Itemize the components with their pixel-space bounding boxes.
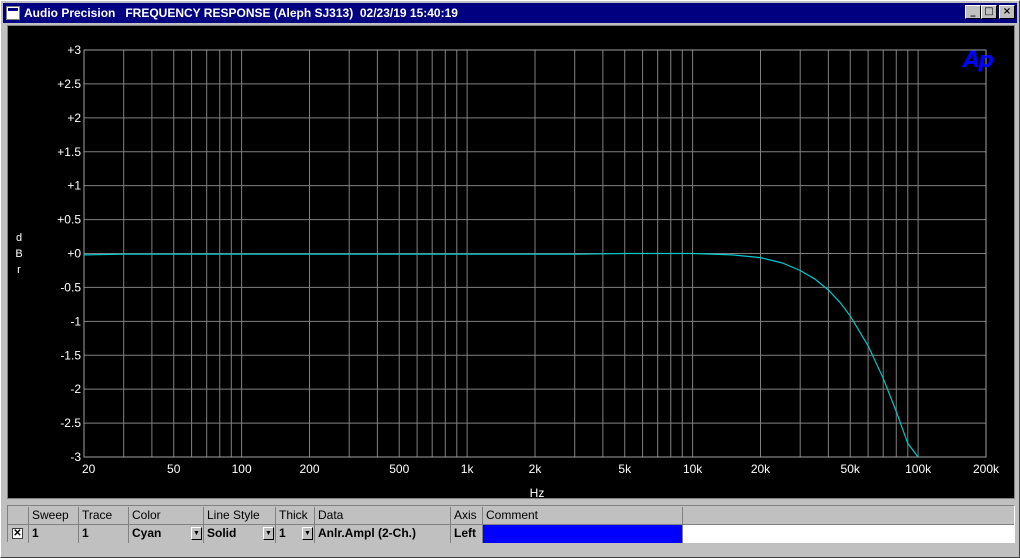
- header-thick[interactable]: Thick: [276, 507, 315, 525]
- x-tick-label: 200k: [973, 462, 1000, 476]
- header-filler: [683, 507, 1014, 525]
- window-title: Audio Precision FREQUENCY RESPONSE (Alep…: [24, 6, 458, 20]
- trace-table: Sweep Trace Color Line Style Thick Data …: [7, 505, 1015, 543]
- line-style-dropdown[interactable]: Solid ▼: [204, 525, 276, 543]
- x-axis-label: Hz: [530, 486, 545, 498]
- x-tick-labels: 20 50 100 200 500 1k 2k 5k 10k 20k 50k 100k 200k: [82, 462, 1000, 476]
- y-tick-label: -1: [70, 314, 81, 328]
- y-tick-labels: +3 +2.5 +2 +1.5 +1 +0.5 +0 -0.5 -1 -1.5 -2 -2.5 -3: [57, 43, 81, 464]
- x-tick-label: 1k: [461, 462, 475, 476]
- y-axis-label-letter: B: [15, 248, 22, 260]
- thick-dropdown[interactable]: 1 ▼: [276, 525, 315, 543]
- data-cell[interactable]: Anlr.Ampl (2-Ch.): [315, 525, 451, 543]
- audio-precision-window: Audio Precision FREQUENCY RESPONSE (Alep…: [0, 0, 1020, 558]
- y-tick-label: +1.5: [57, 145, 81, 159]
- y-tick-label: -0.5: [60, 280, 81, 294]
- x-tick-label: 10k: [683, 462, 703, 476]
- x-tick-label: 2k: [529, 462, 543, 476]
- y-axis-label-letter: d: [16, 232, 22, 244]
- x-tick-label: 20: [82, 462, 96, 476]
- maximize-icon[interactable]: □: [981, 5, 997, 19]
- chart-canvas: +3 +2.5 +2 +1.5 +1 +0.5 +0 -0.5 -1 -1.5 -2 -2.5 -3 2…: [15, 43, 1000, 498]
- app-window-icon[interactable]: [6, 6, 20, 20]
- thick-value: 1: [279, 526, 286, 540]
- y-tick-label: +3: [67, 43, 81, 57]
- ap-logo: Ap: [963, 48, 994, 73]
- y-tick-label: +2.5: [57, 77, 81, 91]
- x-tick-label: 20k: [751, 462, 771, 476]
- comment-cell[interactable]: [483, 525, 683, 543]
- x-tick-label: 50: [167, 462, 181, 476]
- enable-checkbox[interactable]: ✕: [12, 528, 23, 539]
- frequency-response-graph[interactable]: +3 +2.5 +2 +1.5 +1 +0.5 +0 -0.5 -1 -1.5 -2 -2.5 -3 2…: [7, 25, 1015, 499]
- x-tick-label: 500: [389, 462, 409, 476]
- grid-lines: [83, 49, 987, 458]
- header-line-style[interactable]: Line Style: [204, 507, 276, 525]
- y-tick-label: +1: [67, 179, 81, 193]
- y-axis-label-letter: r: [17, 264, 21, 276]
- y-tick-label: -3: [70, 450, 81, 464]
- trace-cell[interactable]: 1: [79, 525, 129, 543]
- y-tick-label: -1.5: [60, 348, 81, 362]
- header-axis[interactable]: Axis: [451, 507, 483, 525]
- header-data[interactable]: Data: [315, 507, 451, 525]
- y-tick-label: +0: [67, 247, 81, 261]
- color-value: Cyan: [132, 526, 162, 540]
- y-tick-label: -2.5: [60, 416, 81, 430]
- table-row[interactable]: ✕ 1 1 Cyan ▼ Solid ▼ 1 ▼ Anlr.Ampl (2-Ch…: [8, 525, 1014, 543]
- sweep-cell[interactable]: 1: [29, 525, 79, 543]
- y-tick-label: +2: [67, 111, 81, 125]
- x-tick-label: 200: [299, 462, 319, 476]
- header-comment[interactable]: Comment: [483, 507, 683, 525]
- x-tick-label: 5k: [618, 462, 632, 476]
- header-trace[interactable]: Trace: [79, 507, 129, 525]
- header-color[interactable]: Color: [129, 507, 204, 525]
- window-controls: _ □ ×: [965, 5, 1015, 19]
- header-checkbox-col: [8, 507, 29, 525]
- line-style-value: Solid: [207, 526, 237, 540]
- chevron-down-icon[interactable]: ▼: [302, 527, 313, 540]
- color-dropdown[interactable]: Cyan ▼: [129, 525, 204, 543]
- x-tick-label: 100k: [905, 462, 932, 476]
- x-tick-label: 50k: [841, 462, 861, 476]
- chevron-down-icon[interactable]: ▼: [263, 527, 274, 540]
- y-axis-label: dBr: [15, 232, 22, 276]
- table-header-row: Sweep Trace Color Line Style Thick Data …: [8, 507, 1014, 525]
- header-sweep[interactable]: Sweep: [29, 507, 79, 525]
- x-tick-label: 100: [232, 462, 252, 476]
- axis-cell[interactable]: Left: [451, 525, 483, 543]
- chevron-down-icon[interactable]: ▼: [191, 527, 202, 540]
- title-bar[interactable]: Audio Precision FREQUENCY RESPONSE (Alep…: [3, 3, 1017, 23]
- y-tick-label: +0.5: [57, 213, 81, 227]
- row-enable-cell[interactable]: ✕: [8, 525, 29, 543]
- row-filler: [683, 525, 1014, 543]
- minimize-icon[interactable]: _: [965, 5, 981, 19]
- y-tick-label: -2: [70, 382, 81, 396]
- close-icon[interactable]: ×: [999, 5, 1015, 19]
